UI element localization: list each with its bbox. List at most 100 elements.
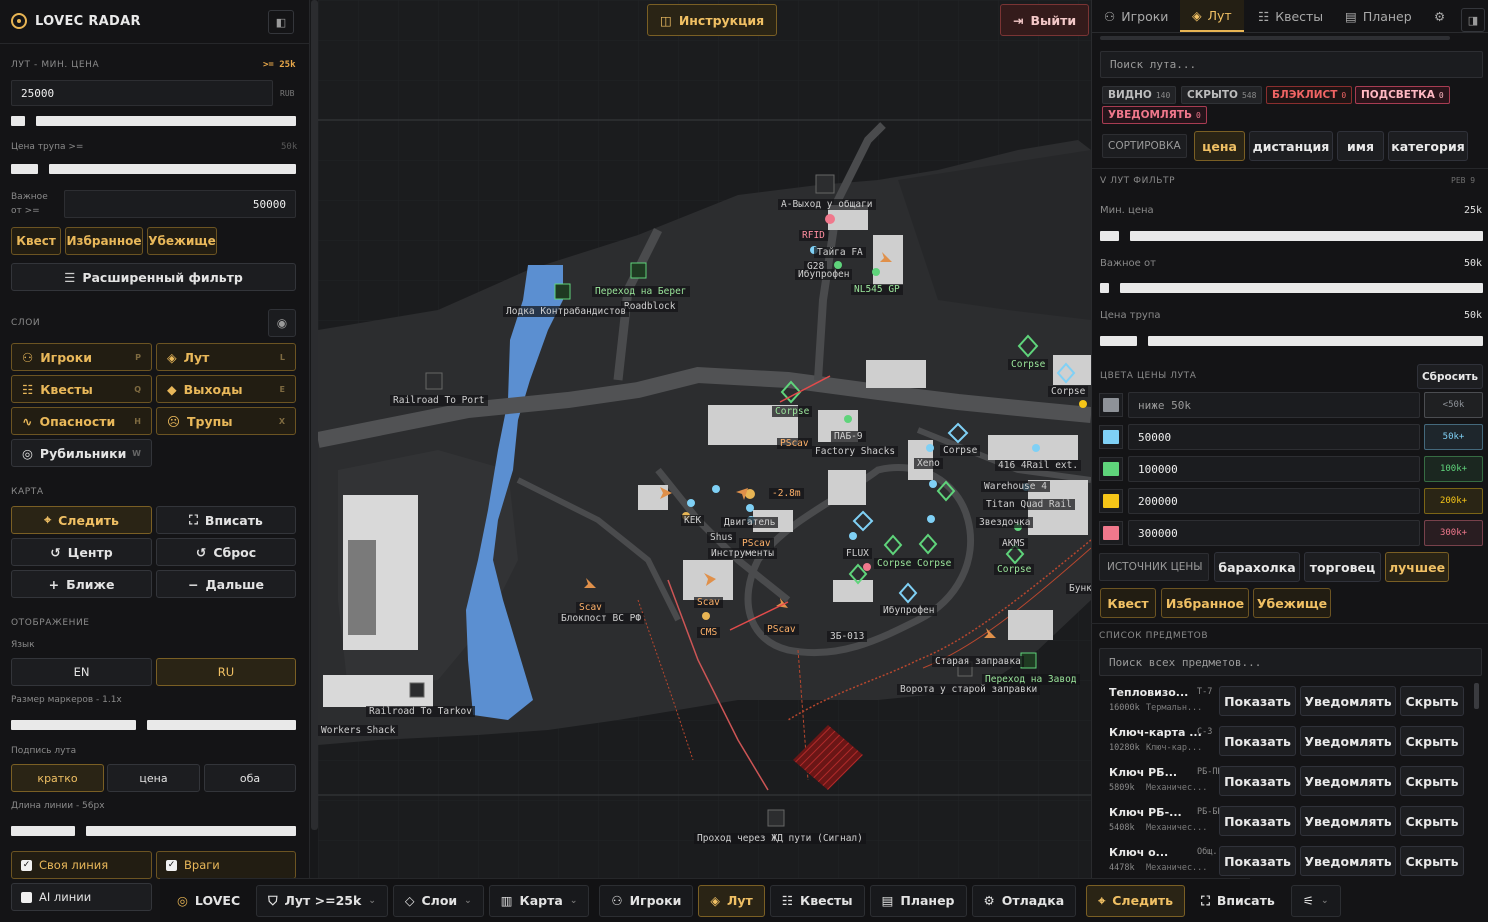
loot-dot[interactable] <box>929 480 937 488</box>
source-best-button[interactable]: лучшее <box>1385 552 1449 582</box>
logout-button[interactable]: ⇥ Выйти <box>1000 4 1090 36</box>
own-line-toggle[interactable]: ✓ Своя линия <box>11 851 152 879</box>
bottom-settings[interactable]: ⚟ ⌄ <box>1290 884 1341 917</box>
corpse-handle[interactable] <box>11 164 38 174</box>
loot-min-input[interactable]: 25000 <box>11 80 273 106</box>
sort-category-button[interactable]: категория <box>1388 131 1468 161</box>
tab-debug[interactable]: ⚙ <box>1434 0 1460 32</box>
loot-dot[interactable] <box>687 499 695 507</box>
fit-button[interactable]: ⛶ Вписать <box>156 506 296 534</box>
item-show-button[interactable]: Показать <box>1219 766 1296 796</box>
item-hide-button[interactable]: Скрыть <box>1400 806 1464 836</box>
quick-stash-button[interactable]: Убежище <box>147 227 217 255</box>
chip-hidden[interactable]: СКРЫТО 548 <box>1181 86 1263 104</box>
line-length-track[interactable] <box>86 826 296 836</box>
sort-name-button[interactable]: имя <box>1337 131 1384 161</box>
item-show-button[interactable]: Показать <box>1219 806 1296 836</box>
caption-price-button[interactable]: цена <box>107 764 200 792</box>
lang-en-button[interactable]: EN <box>11 658 152 686</box>
corpse-price-slider[interactable] <box>1148 336 1483 346</box>
loot-min-slider[interactable] <box>36 116 296 126</box>
exit-marker[interactable] <box>409 682 425 698</box>
caption-both-button[interactable]: оба <box>204 764 296 792</box>
item-hide-button[interactable]: Скрыть <box>1400 726 1464 756</box>
bottom-planner[interactable]: ▤ Планер <box>869 884 967 917</box>
loot-dot[interactable] <box>872 268 880 276</box>
important-slider[interactable] <box>1120 283 1483 293</box>
item-notify-button[interactable]: Уведомлять <box>1300 766 1396 796</box>
bottom-fit[interactable]: ⛶ Вписать <box>1190 885 1286 917</box>
item-notify-button[interactable]: Уведомлять <box>1300 686 1396 716</box>
quick-favorites-button[interactable]: Избранное <box>65 227 143 255</box>
item-show-button[interactable]: Показать <box>1219 846 1296 876</box>
layer-hazards-button[interactable]: ∿ Опасности H <box>11 407 152 435</box>
corpse-price-handle[interactable] <box>1100 336 1137 346</box>
tab-loot[interactable]: ◈ Лут <box>1180 0 1244 32</box>
tab-planner[interactable]: ▤ Планер <box>1345 0 1412 32</box>
loot-dot[interactable] <box>834 261 842 269</box>
chip-notify[interactable]: УВЕДОМЛЯТЬ 0 <box>1102 106 1207 124</box>
loot-dot[interactable] <box>927 515 935 523</box>
exit-marker[interactable] <box>815 174 835 194</box>
item-notify-button[interactable]: Уведомлять <box>1300 806 1396 836</box>
collapse-right-icon[interactable]: ◨ <box>1461 8 1485 32</box>
sort-price-button[interactable]: цена <box>1194 131 1245 161</box>
loot-dot[interactable] <box>1079 400 1087 408</box>
quick-quest-button[interactable]: Квест <box>11 227 61 255</box>
exit-marker[interactable] <box>767 809 785 827</box>
chip-highlight[interactable]: ПОДСВЕТКА 0 <box>1355 86 1450 104</box>
item-hide-button[interactable]: Скрыть <box>1400 846 1464 876</box>
color-threshold-input[interactable]: ниже 50k <box>1128 392 1420 418</box>
marker-size-slider[interactable] <box>11 720 136 730</box>
color-swatch[interactable] <box>1099 521 1123 545</box>
right-quick-quest[interactable]: Квест <box>1100 588 1156 618</box>
zoom-in-button[interactable]: + Ближе <box>11 570 152 598</box>
item-show-button[interactable]: Показать <box>1219 726 1296 756</box>
ai-lines-toggle[interactable]: AI линии <box>11 883 152 911</box>
tabs-scrollbar[interactable] <box>1100 36 1450 40</box>
exit-marker[interactable] <box>425 372 443 390</box>
color-swatch[interactable] <box>1099 393 1123 417</box>
chip-visible[interactable]: ВИДНО 140 <box>1102 86 1177 104</box>
loot-dot[interactable] <box>746 504 754 512</box>
item-notify-button[interactable]: Уведомлять <box>1300 846 1396 876</box>
layer-switches-button[interactable]: ◎ Рубильники W <box>11 439 152 467</box>
item-notify-button[interactable]: Уведомлять <box>1300 726 1396 756</box>
eye-icon[interactable]: ◉ <box>268 309 296 337</box>
corpse-slider[interactable] <box>49 164 296 174</box>
layer-exits-button[interactable]: ◆ Выходы E <box>156 375 296 403</box>
bottom-follow[interactable]: ⌖ Следить <box>1086 884 1186 917</box>
instructions-button[interactable]: ◫ Инструкция <box>647 4 778 36</box>
important-input[interactable]: 50000 <box>64 190 296 218</box>
layer-corpses-button[interactable]: ☹ Трупы X <box>156 407 296 435</box>
color-threshold-input[interactable]: 100000 <box>1128 456 1420 482</box>
map-canvas[interactable]: ◫ Инструкция ⇥ Выйти А-Выход у общаги RFID… <box>318 0 1091 880</box>
loot-dot[interactable] <box>1032 444 1040 452</box>
right-quick-stash[interactable]: Убежище <box>1253 588 1331 618</box>
tab-quests[interactable]: ☷ Квесты <box>1258 0 1323 32</box>
bottom-map[interactable]: ▥ Карта ⌄ <box>488 884 590 917</box>
color-threshold-input[interactable]: 300000 <box>1128 520 1420 546</box>
exit-marker[interactable] <box>554 283 571 300</box>
loot-dot[interactable] <box>825 214 835 224</box>
layer-loot-button[interactable]: ◈ Лут L <box>156 343 296 371</box>
bottom-players[interactable]: ⚇ Игроки <box>599 884 694 917</box>
items-scrollbar[interactable] <box>1474 683 1479 709</box>
loot-dot[interactable] <box>849 532 857 540</box>
layer-quests-button[interactable]: ☷ Квесты Q <box>11 375 152 403</box>
chip-blacklist[interactable]: БЛЭКЛИСТ 0 <box>1266 86 1353 104</box>
reset-colors-button[interactable]: Сбросить <box>1417 364 1483 389</box>
loot-dot[interactable] <box>702 612 710 620</box>
items-search-input[interactable]: Поиск всех предметов... <box>1099 648 1482 676</box>
tab-players[interactable]: ⚇ Игроки <box>1104 0 1168 32</box>
bottom-quests[interactable]: ☷ Квесты <box>769 884 865 917</box>
loot-dot[interactable] <box>926 444 934 452</box>
left-scrollbar[interactable] <box>311 0 318 830</box>
loot-dot[interactable] <box>863 563 871 571</box>
source-flea-button[interactable]: барахолка <box>1214 552 1300 582</box>
item-hide-button[interactable]: Скрыть <box>1400 686 1464 716</box>
source-trader-button[interactable]: торговец <box>1304 552 1381 582</box>
min-price-handle[interactable] <box>1100 231 1119 241</box>
important-handle[interactable] <box>1100 283 1109 293</box>
line-length-slider[interactable] <box>11 826 75 836</box>
